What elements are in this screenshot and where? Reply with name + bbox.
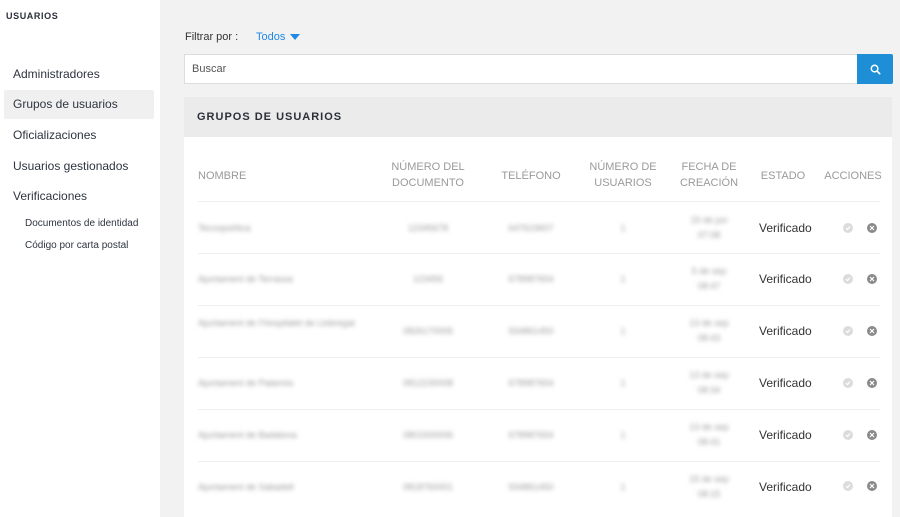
cell-date: 13 de sep (689, 422, 729, 432)
cell-time: 08:47 (697, 281, 721, 291)
cell-users: 1 (620, 223, 626, 233)
cell-name: Ajuntament de Palamós (198, 378, 294, 388)
sidebar-item-grupos-de-usuarios[interactable]: Grupos de usuarios (4, 90, 154, 119)
status-text: Verificado (759, 272, 812, 286)
column-header-nombre[interactable]: NOMBRE (198, 168, 246, 184)
cell-date: 15 de sep (689, 474, 729, 484)
cell-date: 5 de sep (691, 266, 727, 276)
cell-phone: 678987654 (508, 274, 554, 284)
cell-name: Ajuntament de l'Hospitalet de Llobregat (198, 318, 355, 328)
close-icon[interactable] (867, 378, 877, 388)
cell-users: 1 (620, 482, 626, 492)
cell-doc: 12345678 (407, 223, 449, 233)
status-text: Verificado (759, 376, 812, 390)
sidebar-item-usuarios-gestionados[interactable]: Usuarios gestionados (4, 152, 154, 181)
close-icon[interactable] (867, 430, 877, 440)
cell-doc: 0826170005 (402, 326, 454, 336)
cell-time: 08:15 (697, 489, 721, 499)
cell-users: 1 (620, 430, 626, 440)
column-header-fecha-creacion[interactable]: FECHA DE CREACIÓN (677, 159, 741, 191)
column-header-estado[interactable]: ESTADO (754, 168, 812, 184)
cell-phone: 934861450 (508, 482, 554, 492)
cell-time: 08:34 (697, 385, 721, 395)
close-icon[interactable] (867, 326, 877, 336)
search-input[interactable] (184, 54, 857, 84)
cell-date: 13 de sep (689, 370, 729, 380)
cell-phone: 934861450 (508, 326, 554, 336)
sidebar: USUARIOS Administradores Grupos de usuar… (0, 0, 160, 517)
search-button[interactable] (857, 54, 893, 84)
cell-phone: 678987654 (508, 430, 554, 440)
cell-users: 1 (620, 274, 626, 284)
sidebar-title: USUARIOS (6, 11, 59, 21)
cell-name: Tecnopolítica (198, 223, 251, 233)
cell-time: 08:43 (697, 333, 721, 343)
cell-phone: 647619607 (508, 223, 554, 233)
verify-icon[interactable] (843, 223, 853, 233)
close-icon[interactable] (867, 274, 877, 284)
cell-doc: 0812230008 (402, 378, 454, 388)
cell-doc: 0801500006 (402, 430, 454, 440)
cell-phone: 678987654 (508, 378, 554, 388)
cell-doc: 0818760001 (402, 482, 454, 492)
sidebar-subitem-codigo-por-carta-postal[interactable]: Código por carta postal (25, 240, 128, 251)
verify-icon[interactable] (843, 378, 853, 388)
cell-name: Ajuntament de Badalona (198, 430, 297, 440)
cell-date: 15 de jun (690, 215, 728, 225)
close-icon[interactable] (867, 481, 877, 491)
cell-date: 13 de sep (689, 318, 729, 328)
search-icon (870, 64, 881, 75)
cell-users: 1 (620, 378, 626, 388)
cell-time: 07:08 (697, 230, 721, 240)
filter-label: Filtrar por : (185, 31, 239, 43)
verify-icon[interactable] (843, 274, 853, 284)
verify-icon[interactable] (843, 430, 853, 440)
column-header-acciones: ACCIONES (824, 170, 882, 182)
panel-title: GRUPOS DE USUARIOS (184, 97, 892, 137)
sidebar-subitem-documentos-de-identidad[interactable]: Documentos de identidad (25, 218, 138, 229)
status-text: Verificado (759, 324, 812, 338)
cell-time: 08:41 (697, 437, 721, 447)
close-icon[interactable] (867, 223, 877, 233)
cell-users: 1 (620, 326, 626, 336)
status-text: Verificado (759, 480, 812, 494)
column-header-telefono[interactable]: TELÉFONO (496, 168, 566, 184)
sidebar-item-administradores[interactable]: Administradores (4, 60, 154, 89)
verify-icon[interactable] (843, 326, 853, 336)
status-text: Verificado (759, 428, 812, 442)
cell-doc: 123456 (412, 274, 444, 284)
filter-dropdown[interactable]: Todos (256, 31, 285, 43)
verify-icon[interactable] (843, 481, 853, 491)
column-header-numero-documento[interactable]: NÚMERO DEL DOCUMENTO (388, 159, 468, 191)
caret-down-icon[interactable] (290, 34, 300, 40)
sidebar-item-verificaciones[interactable]: Verificaciones (4, 182, 154, 211)
column-header-numero-usuarios[interactable]: NÚMERO DE USUARIOS (588, 159, 658, 191)
status-text: Verificado (759, 221, 812, 235)
cell-name: Ajuntament de Terrassa (198, 274, 293, 284)
sidebar-item-oficializaciones[interactable]: Oficializaciones (4, 121, 154, 150)
cell-name: Ajuntament de Sabadell (198, 482, 294, 492)
